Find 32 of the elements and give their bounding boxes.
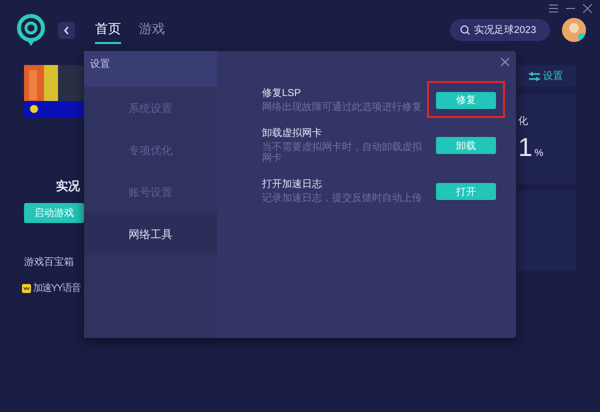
section-title: 游戏百宝箱 [24,256,74,269]
logo-icon [16,13,46,47]
close-icon[interactable] [583,4,592,13]
dialog-title: 设置 [90,58,110,71]
tool-description: 网络出现故障可通过此选项进行修复 [262,102,423,113]
settings-button[interactable]: 设置 [516,65,576,87]
search-icon [460,25,470,35]
card-label: 化 [518,115,528,128]
tool-button[interactable]: 打开 [436,183,496,200]
menu-icon[interactable] [549,4,558,13]
app-icon [22,284,31,292]
close-icon[interactable] [500,57,510,67]
tool-title: 修复LSP [262,86,301,100]
launch-button[interactable]: 启动游戏 [24,203,84,223]
settings-nav-item[interactable]: 网络工具 [84,213,217,255]
tool-button[interactable]: 卸载 [436,137,496,154]
sliders-icon [529,72,540,80]
toolbox-item[interactable]: 加速YY语音 [33,281,80,295]
stat-value: 1 [518,132,532,163]
nav-tab[interactable]: 首页 [95,16,121,44]
game-title: 实况 [56,178,80,195]
tool-description: 当不需要虚拟网卡时，自动卸载虚拟网卡 [262,142,423,164]
search-field[interactable]: 实况足球2023 [450,19,550,41]
stat-unit: % [534,148,544,159]
avatar-icon[interactable] [562,18,586,42]
chevron-left-icon [63,26,70,34]
tool-title: 打开加速日志 [262,178,322,191]
tool-button[interactable]: 修复 [436,92,496,108]
tool-description: 记录加速日志，提交反馈时自动上传 [262,193,423,204]
back-button[interactable] [58,22,75,38]
tool-title: 卸载虚拟网卡 [262,126,322,140]
nav-tab[interactable]: 游戏 [139,16,165,44]
